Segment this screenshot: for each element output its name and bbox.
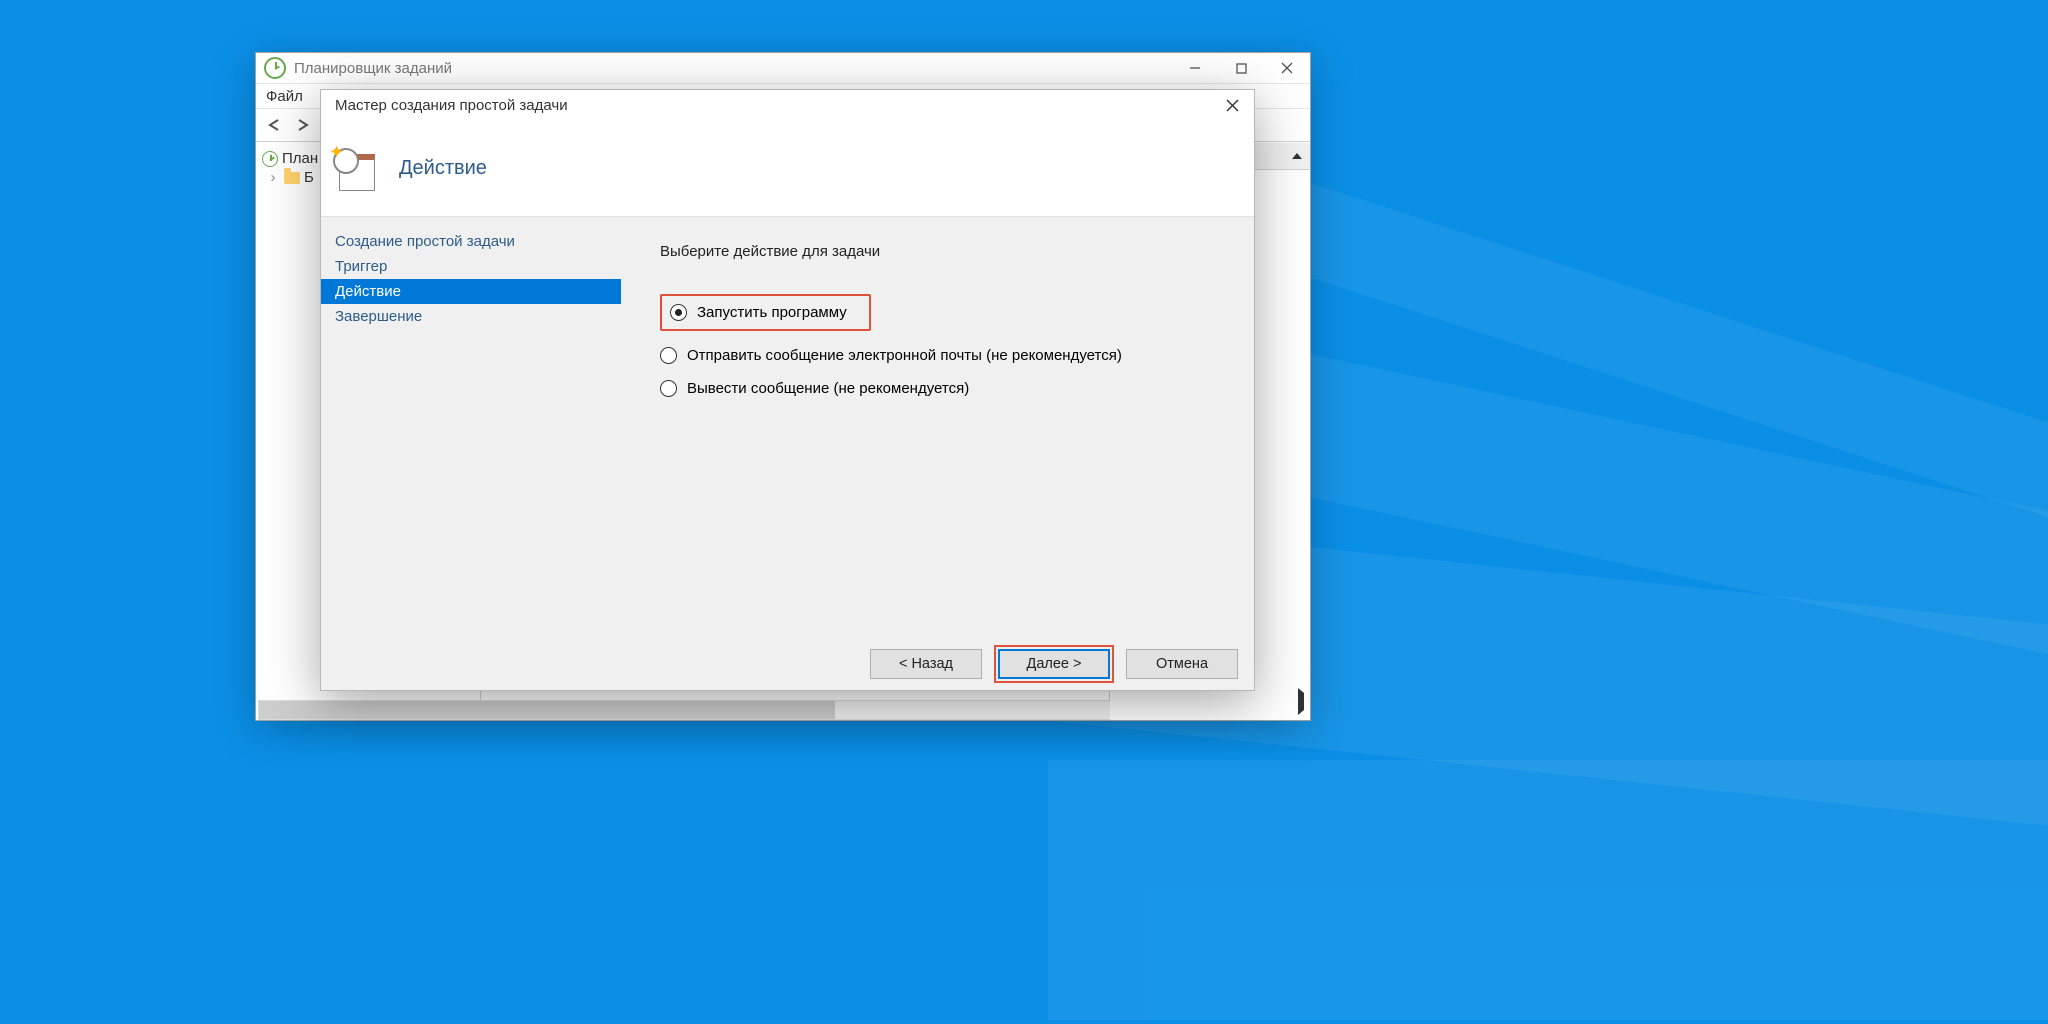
dialog-footer: < Назад Далее > Отмена xyxy=(321,638,1254,690)
next-button[interactable]: Далее > xyxy=(998,649,1110,679)
caret-up-icon xyxy=(1292,153,1302,159)
option-run-program-highlight: Запустить программу xyxy=(660,294,871,331)
wizard-icon: ✦ xyxy=(333,148,377,188)
dialog-header: ✦ Действие xyxy=(321,120,1254,217)
parent-titlebar[interactable]: Планировщик заданий xyxy=(256,53,1310,84)
back-arrow-icon[interactable] xyxy=(264,114,286,136)
clock-icon xyxy=(262,151,278,167)
menu-file[interactable]: Файл xyxy=(266,88,303,105)
wizard-steps: Создание простой задачи Триггер Действие… xyxy=(321,217,622,638)
caret-right-icon xyxy=(1298,688,1304,715)
label-send-email[interactable]: Отправить сообщение электронной почты (н… xyxy=(687,347,1122,364)
label-run-program[interactable]: Запустить программу xyxy=(697,304,847,321)
dialog-close-button[interactable] xyxy=(1210,90,1254,120)
expand-icon[interactable]: › xyxy=(266,169,280,186)
step-trigger[interactable]: Триггер xyxy=(321,254,621,279)
radio-run-program[interactable] xyxy=(670,304,687,321)
radio-send-email[interactable] xyxy=(660,347,677,364)
step-create-task[interactable]: Создание простой задачи xyxy=(321,229,621,254)
dialog-titlebar[interactable]: Мастер создания простой задачи xyxy=(321,90,1254,120)
parent-title: Планировщик заданий xyxy=(294,60,452,77)
step-finish[interactable]: Завершение xyxy=(321,304,621,329)
tree-root-label: План xyxy=(282,150,318,167)
create-task-wizard-dialog: Мастер создания простой задачи ✦ Действи… xyxy=(320,89,1255,691)
content-prompt: Выберите действие для задачи xyxy=(660,243,1216,260)
back-button[interactable]: < Назад xyxy=(870,649,982,679)
radio-show-message[interactable] xyxy=(660,380,677,397)
tree-child-label: Б xyxy=(304,169,314,186)
minimize-button[interactable] xyxy=(1172,53,1218,83)
maximize-button[interactable] xyxy=(1218,53,1264,83)
scroll-right-hint[interactable] xyxy=(1298,693,1304,710)
hscrollbar[interactable] xyxy=(258,700,481,720)
forward-arrow-icon[interactable] xyxy=(292,114,314,136)
label-show-message[interactable]: Вывести сообщение (не рекомендуется) xyxy=(687,380,969,397)
app-icon xyxy=(264,57,286,79)
close-button[interactable] xyxy=(1264,53,1310,83)
folder-icon xyxy=(284,172,300,184)
cancel-button[interactable]: Отмена xyxy=(1126,649,1238,679)
dialog-title: Мастер создания простой задачи xyxy=(335,97,568,114)
step-action[interactable]: Действие xyxy=(321,279,621,304)
next-button-highlight: Далее > xyxy=(994,645,1114,683)
wizard-content: Выберите действие для задачи Запустить п… xyxy=(622,217,1254,638)
dialog-header-title: Действие xyxy=(399,157,487,180)
